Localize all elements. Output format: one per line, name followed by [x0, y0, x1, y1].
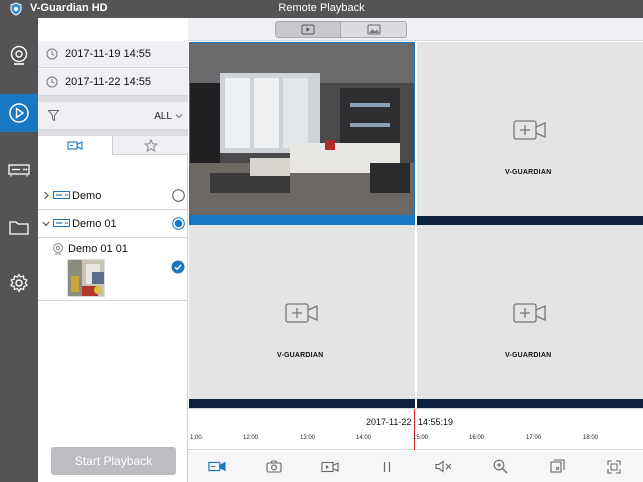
- pause-button[interactable]: [378, 459, 396, 474]
- fullscreen-button[interactable]: [605, 459, 623, 474]
- chevron-right-icon: [44, 191, 49, 200]
- start-playback-button[interactable]: Start Playback: [51, 447, 176, 475]
- folder-icon: [9, 221, 29, 235]
- view-segment-bar: [188, 18, 643, 41]
- nav-files[interactable]: [0, 208, 38, 246]
- timeline-cursor[interactable]: [414, 409, 415, 450]
- filter-value: ALL: [154, 111, 172, 122]
- clock-icon: [46, 48, 58, 60]
- star-tab-icon: [143, 138, 158, 152]
- image-icon: [367, 24, 380, 35]
- tab-cameras[interactable]: [38, 136, 113, 155]
- zoom-button[interactable]: [491, 459, 509, 474]
- window-status-bar: [190, 215, 414, 224]
- timeline-tick: 14:00: [356, 435, 372, 441]
- window-title: Remote Playback: [278, 2, 365, 14]
- mute-icon: [435, 460, 452, 473]
- video-grid: V-GUARDIAN V-GUARDIAN V-GUARDIAN: [188, 41, 643, 408]
- add-camera-icon[interactable]: [513, 120, 547, 140]
- video-window-2[interactable]: V-GUARDIAN: [417, 42, 643, 225]
- nav-playback[interactable]: [0, 94, 38, 132]
- end-time-row[interactable]: 2017-11-22 14:55: [38, 69, 188, 96]
- split-screen-icon: [549, 459, 565, 473]
- brand-logo: V-GUARDIAN: [505, 352, 552, 359]
- gear-icon: [10, 273, 28, 293]
- window-status-bar: [417, 399, 643, 408]
- device-tabs: [38, 136, 188, 155]
- chevron-down-icon: [42, 221, 50, 227]
- video-frame: [190, 43, 414, 215]
- start-time-row[interactable]: 2017-11-19 14:55: [38, 41, 188, 68]
- radio-unselected-icon[interactable]: [172, 189, 185, 202]
- nav-devices[interactable]: [0, 151, 38, 189]
- window-status-bar: [189, 399, 415, 408]
- device-row[interactable]: Demo: [38, 182, 188, 210]
- image-segment[interactable]: [341, 21, 407, 38]
- record-clip-icon: [321, 461, 339, 472]
- video-play-icon: [301, 24, 315, 35]
- filter-row[interactable]: ALL: [38, 102, 188, 130]
- video-window-4[interactable]: V-GUARDIAN: [417, 225, 643, 408]
- channel-thumbnail: [67, 259, 105, 297]
- radio-selected-icon[interactable]: [172, 217, 185, 230]
- pause-icon: [383, 461, 391, 472]
- device-panel: 2017-11-19 14:55 2017-11-22 14:55 ALL De…: [38, 41, 188, 482]
- tab-favorites[interactable]: [113, 136, 188, 155]
- brand-logo: V-GUARDIAN: [505, 169, 552, 176]
- start-time: 2017-11-19 14:55: [65, 48, 152, 60]
- playback-timeline[interactable]: 2017-11-22 14:55:19 1:00 12:00 13:00 14:…: [188, 408, 643, 450]
- nav-live-view[interactable]: [0, 37, 38, 75]
- device-row[interactable]: Demo 01: [38, 210, 188, 238]
- nvr-device-icon: [53, 219, 70, 227]
- fullscreen-icon: [607, 459, 621, 474]
- nav-settings[interactable]: [0, 264, 38, 302]
- brand-logo: V-GUARDIAN: [277, 352, 324, 359]
- add-camera-icon[interactable]: [285, 303, 319, 323]
- timeline-tick: 17:00: [526, 435, 542, 441]
- filter-icon: [48, 110, 59, 121]
- camera-tab-icon: [67, 141, 83, 150]
- channel-name: Demo 01 01: [68, 243, 128, 255]
- timeline-time: 14:55:19: [418, 417, 454, 427]
- snapshot-button[interactable]: [265, 459, 283, 474]
- timeline-tick: 16:00: [469, 435, 485, 441]
- timeline-tick: 12:00: [243, 435, 259, 441]
- mute-button[interactable]: [435, 459, 453, 474]
- chevron-down-icon: [175, 114, 183, 119]
- snapshot-icon: [266, 460, 282, 473]
- webcam-icon: [53, 243, 63, 255]
- channel-row[interactable]: Demo 01 01: [38, 238, 188, 301]
- device-name: Demo: [72, 190, 102, 202]
- window-status-bar: [417, 216, 643, 225]
- title-bar: V-Guardian HD Remote Playback: [0, 0, 643, 18]
- camera-record-icon: [208, 461, 226, 472]
- add-camera-icon[interactable]: [513, 303, 547, 323]
- timeline-tick: 15:00: [413, 435, 429, 441]
- timeline-tick: 13:00: [300, 435, 316, 441]
- timeline-date: 2017-11-22: [366, 417, 412, 427]
- video-window-3[interactable]: V-GUARDIAN: [189, 225, 415, 408]
- main-nav: [0, 18, 38, 482]
- timeline-tick: 1:00: [190, 435, 202, 441]
- video-window-1[interactable]: [189, 42, 415, 225]
- split-screen-button[interactable]: [548, 459, 566, 474]
- video-segment[interactable]: [275, 21, 341, 38]
- checkmark-icon[interactable]: [171, 260, 185, 274]
- webcam-icon: [10, 45, 28, 65]
- end-time: 2017-11-22 14:55: [65, 76, 152, 88]
- playback-icon: [9, 103, 29, 123]
- record-clip-button[interactable]: [321, 459, 339, 474]
- camera-record-button[interactable]: [208, 459, 226, 474]
- clock-icon: [46, 76, 58, 88]
- timeline-tick: 18:00: [583, 435, 599, 441]
- playback-toolbar: [188, 451, 643, 482]
- zoom-in-icon: [493, 459, 507, 474]
- nvr-device-icon: [8, 164, 30, 177]
- device-name: Demo 01: [72, 218, 117, 230]
- nvr-device-icon: [53, 191, 70, 199]
